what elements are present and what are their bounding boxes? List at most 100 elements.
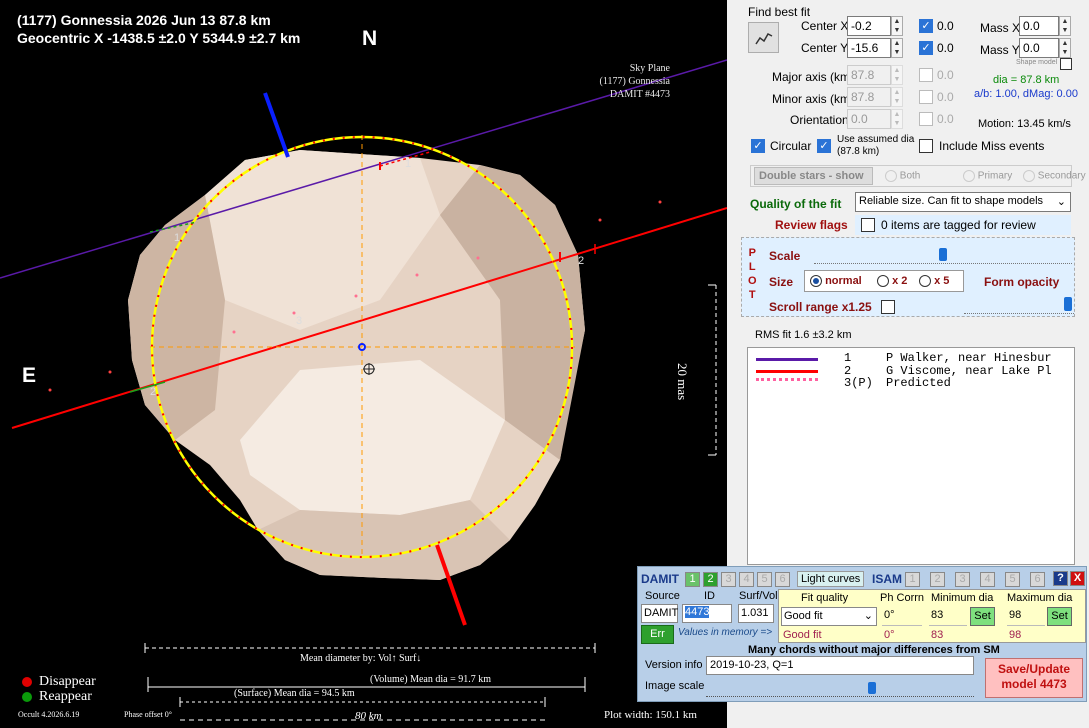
min-dia-field[interactable]: 83 (929, 607, 967, 626)
quality-select[interactable]: Reliable size. Can fit to shape models ⌄ (855, 192, 1071, 212)
surfvol-field[interactable]: 1.031 (738, 604, 774, 623)
max-dia-field[interactable]: 98 (1007, 607, 1045, 626)
minor-axis-spinner[interactable]: ▲ ▼ (891, 87, 903, 107)
scroll-range-label: Scroll range x1.25 (769, 300, 872, 314)
review-flags-checkbox[interactable] (861, 218, 875, 232)
image-scale-slider[interactable] (706, 677, 974, 697)
form-opacity-slider[interactable] (964, 296, 1074, 314)
scale-slider-thumb[interactable] (939, 248, 947, 261)
damit-model-4[interactable]: 4 (739, 572, 754, 587)
minor-axis-input[interactable]: 87.8 (847, 87, 891, 107)
id-field[interactable]: 4473 (682, 604, 732, 623)
scroll-range-checkbox[interactable] (881, 300, 895, 314)
mass-y-spinner[interactable]: ▲ ▼ (1059, 38, 1071, 58)
set-min-dia-button[interactable]: Set (970, 607, 995, 626)
radio-both[interactable]: Both (885, 170, 920, 182)
min-dia-header: Minimum dia (931, 592, 994, 604)
center-x-spinner[interactable]: ▲ ▼ (891, 16, 903, 36)
predicted-dot (48, 388, 52, 392)
review-flags-text: 0 items are tagged for review (881, 218, 1036, 232)
close-button[interactable]: X (1070, 571, 1085, 586)
damit-model-5[interactable]: 5 (757, 572, 772, 587)
orientation-spinner[interactable]: ▲ ▼ (891, 109, 903, 129)
major-axis-input[interactable]: 87.8 (847, 65, 891, 85)
center-x-checkbox[interactable]: ✓ (919, 19, 933, 33)
legend-disappear: Disappear (39, 674, 96, 689)
predicted-dot (598, 218, 602, 222)
form-opacity-label: Form opacity (984, 275, 1060, 289)
isam-model-3[interactable]: 3 (955, 572, 970, 587)
max-dia-header: Maximum dia (1007, 592, 1073, 604)
chart-icon (755, 33, 773, 45)
isam-model-2[interactable]: 2 (930, 572, 945, 587)
err-button[interactable]: Err (641, 625, 674, 644)
fit-quality-box: Fit quality Ph Corrn Minimum dia Maximum… (778, 589, 1086, 643)
damit-model-3[interactable]: 3 (721, 572, 736, 587)
mass-x-input[interactable]: 0.0 (1019, 16, 1059, 36)
source-field[interactable]: DAMIT (641, 604, 678, 623)
isam-model-5[interactable]: 5 (1005, 572, 1020, 587)
center-y-input[interactable]: -15.6 (847, 38, 891, 58)
fit-quality-header: Fit quality (801, 592, 849, 604)
orientation-input[interactable]: 0.0 (847, 109, 891, 129)
size-x5-radio[interactable]: x 5 (919, 275, 949, 288)
ph-corrn-field[interactable]: 0° (882, 607, 922, 626)
predicted-dot (476, 256, 480, 260)
mass-y-input[interactable]: 0.0 (1019, 38, 1059, 58)
help-button[interactable]: ? (1053, 571, 1068, 586)
circular-checkbox[interactable]: ✓ (751, 139, 765, 153)
source-header: Source (645, 590, 680, 602)
ph-corrn-memory: 0° (884, 629, 895, 641)
damit-model-2[interactable]: 2 (703, 572, 718, 587)
use-assumed-checkbox[interactable]: ✓ (817, 139, 831, 153)
image-scale-label: Image scale (645, 680, 705, 692)
damit-model-6[interactable]: 6 (775, 572, 790, 587)
center-x-fix: 0.0 (937, 19, 954, 33)
find-best-fit-button[interactable] (748, 22, 779, 53)
scale-slider[interactable] (814, 246, 1072, 264)
shape-model-checkbox[interactable] (1060, 58, 1072, 70)
orientation-checkbox[interactable] (919, 112, 933, 126)
size-x2-radio[interactable]: x 2 (877, 275, 907, 288)
isam-model-4[interactable]: 4 (980, 572, 995, 587)
minor-axis-checkbox[interactable] (919, 90, 933, 104)
predicted-dot (415, 273, 419, 277)
isam-model-1[interactable]: 1 (905, 572, 920, 587)
include-miss-label: Include Miss events (939, 139, 1045, 153)
version-info-label: Version info (645, 659, 703, 671)
form-opacity-slider-thumb[interactable] (1064, 297, 1072, 311)
chord-label: 2 (578, 255, 585, 267)
version-info-field[interactable]: 2019-10-23, Q=1 (706, 656, 974, 675)
mean-diameter-title: Mean diameter by: Vol↑ Surf↓ (300, 653, 422, 664)
damit-message: Many chords without major differences fr… (748, 644, 1000, 656)
mass-x-spinner[interactable]: ▲ ▼ (1059, 16, 1071, 36)
major-axis-spinner[interactable]: ▲ ▼ (891, 65, 903, 85)
include-miss-checkbox[interactable] (919, 139, 933, 153)
damit-model-1[interactable]: 1 (685, 572, 700, 587)
double-stars-button[interactable]: Double stars - show (754, 167, 873, 185)
light-curves-button[interactable]: Light curves (797, 571, 865, 587)
save-update-button[interactable]: Save/Update model 4473 (985, 658, 1083, 698)
min-dia-memory: 83 (931, 629, 944, 641)
plot-vertical-label: P L O T (748, 247, 757, 301)
plot-graphics (0, 59, 727, 721)
circular-label: Circular (770, 139, 812, 153)
image-scale-slider-thumb[interactable] (868, 682, 876, 694)
radio-secondary[interactable]: Secondary (1023, 170, 1086, 182)
occultation-plot[interactable]: (1177) Gonnessia 2026 Jun 13 87.8 km Geo… (0, 0, 727, 728)
center-y-fix: 0.0 (937, 41, 954, 55)
size-normal-radio[interactable]: normal (810, 275, 862, 288)
major-axis-checkbox[interactable] (919, 68, 933, 82)
set-max-dia-button[interactable]: Set (1047, 607, 1072, 626)
isam-model-6[interactable]: 6 (1030, 572, 1045, 587)
motion-readout: Motion: 13.45 km/s (978, 118, 1071, 130)
center-x-input[interactable]: -0.2 (847, 16, 891, 36)
orientation-label: Orientation (790, 113, 849, 127)
shape-model-label: Shape model (1016, 59, 1058, 66)
radio-primary[interactable]: Primary (963, 170, 1012, 182)
center-y-checkbox[interactable]: ✓ (919, 41, 933, 55)
center-y-spinner[interactable]: ▲ ▼ (891, 38, 903, 58)
fit-quality-select[interactable]: Good fit ⌄ (781, 607, 877, 626)
orientation-fix: 0.0 (937, 112, 954, 126)
scale-label: Scale (769, 249, 801, 263)
